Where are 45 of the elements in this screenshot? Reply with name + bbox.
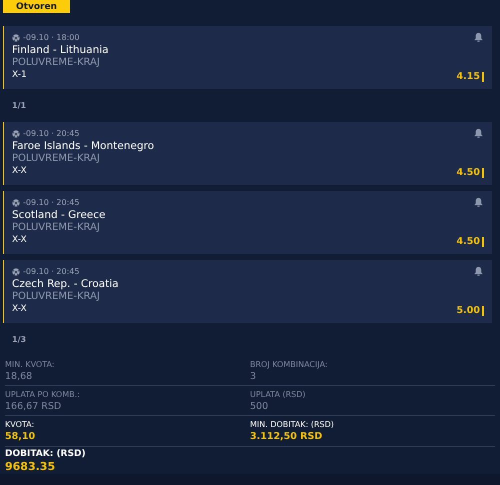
soccer-ball-icon xyxy=(12,199,20,207)
summary-value: 3 xyxy=(250,370,256,384)
summary-value: 58,10 xyxy=(5,430,36,444)
market-name: POLUVREME-KRAJ xyxy=(12,222,101,234)
status-button[interactable]: Otvoren xyxy=(3,0,70,13)
odds-value: 4.50 xyxy=(456,236,480,247)
summary-label: KVOTA: xyxy=(5,419,34,430)
odds-value: 5.00 xyxy=(456,305,480,316)
bell-icon[interactable] xyxy=(473,266,484,277)
pick-label: X-X xyxy=(12,234,27,246)
summary-label: UPLATA PO KOMB.: xyxy=(5,389,80,400)
odds-value: 4.15 xyxy=(456,71,480,82)
bell-icon[interactable] xyxy=(473,197,484,208)
payout-value: 9683.35 xyxy=(5,460,56,474)
pick-label: X-1 xyxy=(12,69,27,81)
market-name: POLUVREME-KRAJ xyxy=(12,153,101,165)
combination-counter: 1/3 xyxy=(12,334,26,346)
market-name: POLUVREME-KRAJ xyxy=(12,291,101,303)
market-name: POLUVREME-KRAJ xyxy=(12,57,101,69)
event-time: -09.10 · 20:45 xyxy=(23,198,80,208)
summary-value: 500 xyxy=(250,400,268,414)
summary-value: 166,67 RSD xyxy=(5,400,62,414)
event-teams: Czech Rep. - Croatia xyxy=(12,278,120,291)
event-teams: Scotland - Greece xyxy=(12,209,106,222)
summary-label: BROJ KOMBINACIJA: xyxy=(250,359,328,370)
pick-label: X-X xyxy=(12,303,27,315)
payout-label: DOBITAK: (RSD) xyxy=(5,448,87,460)
event-time: -09.10 · 20:45 xyxy=(23,267,80,277)
event-time: -09.10 · 20:45 xyxy=(23,129,80,139)
combination-counter: 1/1 xyxy=(12,100,26,112)
summary-value: 18,68 xyxy=(5,370,32,384)
event-teams: Faroe Islands - Montenegro xyxy=(12,140,155,153)
bell-icon[interactable] xyxy=(473,32,484,43)
soccer-ball-icon xyxy=(12,130,20,138)
event-teams: Finland - Lithuania xyxy=(12,44,110,57)
odds-value: 4.50 xyxy=(456,167,480,178)
summary-label: MIN. DOBITAK: (RSD) xyxy=(250,419,334,430)
summary-value: 3.112,50 RSD xyxy=(250,430,322,444)
event-time: -09.10 · 18:00 xyxy=(23,33,80,43)
pick-label: X-X xyxy=(12,165,27,177)
soccer-ball-icon xyxy=(12,34,20,42)
summary-label: MIN. KVOTA: xyxy=(5,359,54,370)
summary-label: UPLATA (RSD) xyxy=(250,389,306,400)
soccer-ball-icon xyxy=(12,268,20,276)
bell-icon[interactable] xyxy=(473,128,484,139)
